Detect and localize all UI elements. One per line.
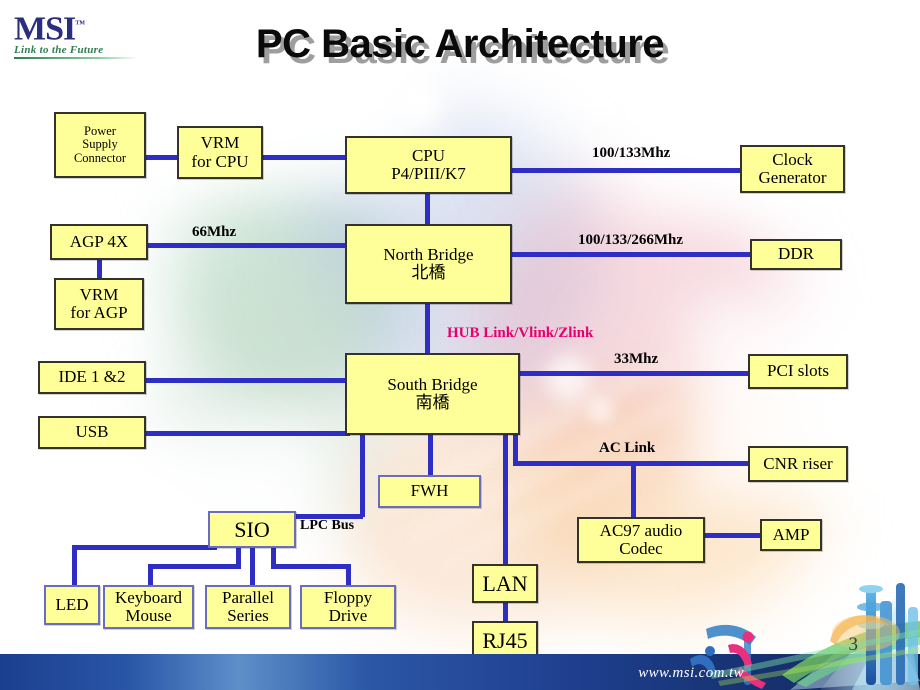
node-north-line-2: 北橋 xyxy=(411,263,446,282)
edge-label-ac-link: AC Link xyxy=(599,440,656,456)
node-cpu[interactable]: CPU P4/PIII/K7 xyxy=(345,136,512,194)
node-keyboard-line-2: Mouse xyxy=(125,606,172,625)
node-led-label: LED xyxy=(55,594,89,614)
node-north-line-1: North Bridge xyxy=(383,244,474,264)
node-cnr-label: CNR riser xyxy=(763,453,833,473)
node-agp-label: AGP 4X xyxy=(69,231,129,251)
edge-label-agp-north: 66Mhz xyxy=(192,224,237,240)
wire-sio-floppy-down xyxy=(346,564,351,585)
node-power-supply-connector[interactable]: Power Supply Connector xyxy=(54,112,146,178)
page-number: 3 xyxy=(848,634,859,655)
node-pci-slots[interactable]: PCI slots xyxy=(748,354,848,389)
wire-north-south xyxy=(425,302,430,356)
wire-ide-south xyxy=(144,378,350,383)
wire-sio-led xyxy=(72,545,77,585)
node-vrmagp-line-1: VRM xyxy=(79,284,119,304)
wire-sio-kb-down xyxy=(148,564,153,585)
node-ac97-audio-codec[interactable]: AC97 audio Codec xyxy=(577,517,705,563)
wire-psu-vrmcpu xyxy=(146,155,180,160)
node-lan-label: LAN xyxy=(482,570,528,596)
wire-ac97-amp xyxy=(705,533,760,538)
wire-cpu-north xyxy=(425,194,430,224)
wire-south-lpc-down xyxy=(360,434,365,517)
node-sio[interactable]: SIO xyxy=(208,511,296,548)
wire-sio-bus-left xyxy=(72,545,217,550)
node-south-line-2: 南橋 xyxy=(415,393,450,412)
node-pci-label: PCI slots xyxy=(767,361,829,381)
node-ac97-line-2: Codec xyxy=(619,539,663,558)
node-psu-line-3: Connector xyxy=(73,150,127,165)
wire-sio-floppy-h xyxy=(271,564,351,569)
wire-agp-north xyxy=(146,243,348,248)
edge-label-cpu-clock: 100/133Mhz xyxy=(592,145,671,161)
node-psu-line-1: Power xyxy=(84,123,116,138)
node-fwh[interactable]: FWH xyxy=(378,475,481,508)
node-vrm-for-agp[interactable]: VRM for AGP xyxy=(54,278,144,330)
page-title: PC Basic Architecture xyxy=(255,22,665,66)
node-cpu-line-1: CPU xyxy=(411,145,446,165)
node-clockgen-line-1: Clock xyxy=(772,149,813,169)
edge-label-hub-link: HUB Link/Vlink/Zlink xyxy=(447,325,594,341)
node-amp[interactable]: AMP xyxy=(760,519,822,551)
wire-aclink-to-ac97 xyxy=(631,461,636,520)
node-keyboard-mouse[interactable]: Keyboard Mouse xyxy=(103,585,194,629)
node-rj45-label: RJ45 xyxy=(482,627,528,653)
node-ddr-label: DDR xyxy=(778,244,814,264)
node-south-line-1: South Bridge xyxy=(387,374,478,394)
edge-label-south-pci: 33Mhz xyxy=(614,351,659,367)
wire-sio-parallel xyxy=(250,545,255,585)
node-psu-line-2: Supply xyxy=(82,137,118,152)
node-keyboard-line-1: Keyboard xyxy=(114,587,183,607)
node-clockgen-line-2: Generator xyxy=(758,168,827,187)
node-vrmagp-line-2: for AGP xyxy=(70,303,128,322)
node-usb[interactable]: USB xyxy=(38,416,146,449)
wire-north-ddr xyxy=(510,252,752,257)
node-parallel-series[interactable]: Parallel Series xyxy=(205,585,291,629)
node-fwh-label: FWH xyxy=(410,481,449,501)
node-led[interactable]: LED xyxy=(44,585,100,625)
edge-label-north-ddr: 100/133/266Mhz xyxy=(578,232,683,248)
node-ddr[interactable]: DDR xyxy=(750,239,842,270)
wire-south-aclink-down xyxy=(513,434,518,464)
footer-bar xyxy=(0,654,920,690)
wire-vrmcpu-cpu xyxy=(262,155,347,160)
wire-agp-vrmagp xyxy=(97,258,102,280)
node-usb-label: USB xyxy=(75,422,109,442)
node-clock-generator[interactable]: Clock Generator xyxy=(740,145,845,193)
node-cnr-riser[interactable]: CNR riser xyxy=(748,446,848,482)
wire-cpu-clockgen xyxy=(510,168,742,173)
node-vrm-for-cpu[interactable]: VRM for CPU xyxy=(177,126,263,179)
footer-url[interactable]: www.msi.com.tw xyxy=(638,665,744,682)
node-vrmcpu-line-1: VRM xyxy=(200,133,240,153)
node-ide-1-2[interactable]: IDE 1 &2 xyxy=(38,361,146,394)
node-agp-4x[interactable]: AGP 4X xyxy=(50,224,148,260)
node-sio-label: SIO xyxy=(234,516,270,542)
wire-sio-kb-h xyxy=(148,564,241,569)
wire-lan-rj45 xyxy=(503,600,508,622)
node-ide-label: IDE 1 &2 xyxy=(58,367,126,387)
node-south-bridge[interactable]: South Bridge 南橋 xyxy=(345,353,520,435)
node-floppy-line-2: Drive xyxy=(328,606,368,625)
node-floppy-drive[interactable]: Floppy Drive xyxy=(300,585,396,629)
node-floppy-line-1: Floppy xyxy=(323,587,373,607)
node-parallel-line-2: Series xyxy=(227,606,269,625)
node-parallel-line-1: Parallel xyxy=(222,587,274,607)
node-cpu-line-2: P4/PIII/K7 xyxy=(391,164,466,183)
wire-usb-south xyxy=(144,431,350,436)
wire-south-pci xyxy=(518,371,750,376)
node-vrmcpu-line-2: for CPU xyxy=(191,151,249,171)
node-lan[interactable]: LAN xyxy=(472,564,538,603)
wire-south-fwh xyxy=(428,434,433,476)
node-ac97-line-1: AC97 audio xyxy=(599,520,683,540)
edge-label-lpc-bus: LPC Bus xyxy=(300,518,355,533)
wire-south-lan xyxy=(503,434,508,564)
node-amp-label: AMP xyxy=(772,524,810,544)
slide-canvas: MSI™ Link to the Future PC Basic Archite… xyxy=(0,0,920,690)
node-north-bridge[interactable]: North Bridge 北橋 xyxy=(345,224,512,304)
